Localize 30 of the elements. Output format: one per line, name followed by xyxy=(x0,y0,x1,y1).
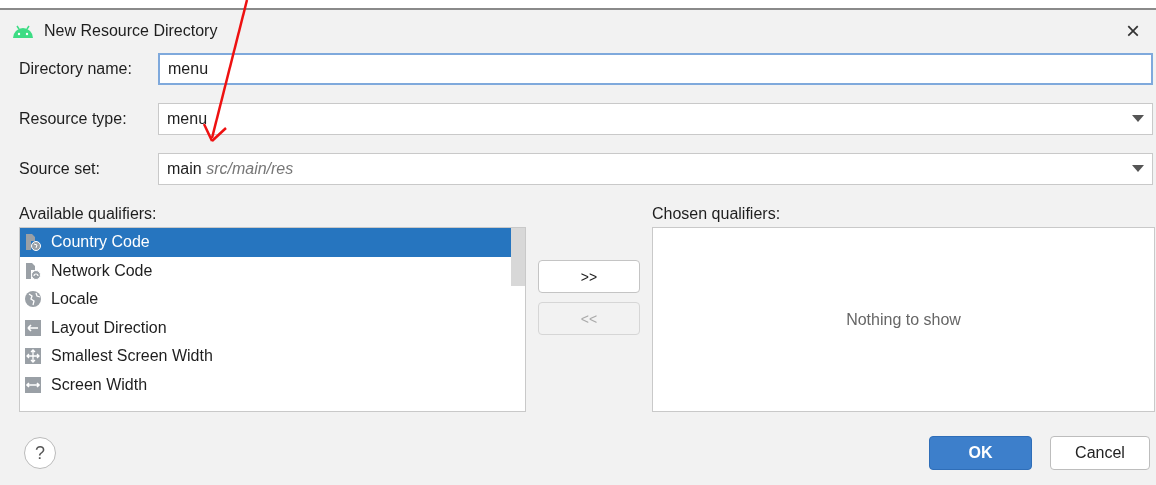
list-item[interactable]: Network Code xyxy=(20,256,511,285)
add-button[interactable]: >> xyxy=(538,260,640,293)
list-item[interactable]: Country Code xyxy=(20,228,511,257)
scrollbar-thumb[interactable] xyxy=(511,228,525,286)
empty-message: Nothing to show xyxy=(846,310,961,329)
section-label: Chosen qualifiers: xyxy=(652,204,782,224)
document-signal-icon xyxy=(24,261,42,280)
field-label: Directory name: xyxy=(19,60,133,78)
list-item[interactable]: Screen Width xyxy=(20,370,511,399)
cancel-button[interactable]: Cancel xyxy=(1050,436,1150,470)
android-icon xyxy=(12,24,34,38)
four-arrows-icon xyxy=(24,347,42,366)
horizontal-arrows-icon xyxy=(24,375,42,394)
globe-icon xyxy=(24,290,42,309)
field-label: Resource type: xyxy=(19,110,128,128)
dropdown-arrow-icon xyxy=(1132,115,1144,123)
window-title: New Resource Directory xyxy=(44,22,219,40)
list-item[interactable]: Locale xyxy=(20,285,511,314)
close-button[interactable]: × xyxy=(1122,17,1144,45)
document-globe-icon xyxy=(24,233,42,252)
list-item[interactable]: Smallest Screen Width xyxy=(20,342,511,371)
help-button[interactable]: ? xyxy=(24,437,56,469)
dropdown-arrow-icon xyxy=(1132,165,1144,173)
ok-button[interactable]: OK xyxy=(929,436,1032,470)
input-field[interactable]: menu xyxy=(158,53,1153,85)
section-label: Available qualifiers: xyxy=(19,204,158,224)
field-label: Source set: xyxy=(19,160,101,178)
dropdown[interactable]: menu xyxy=(158,103,1153,135)
dropdown[interactable]: main src/main/res xyxy=(158,153,1153,185)
list-item[interactable]: Layout Direction xyxy=(20,313,511,342)
